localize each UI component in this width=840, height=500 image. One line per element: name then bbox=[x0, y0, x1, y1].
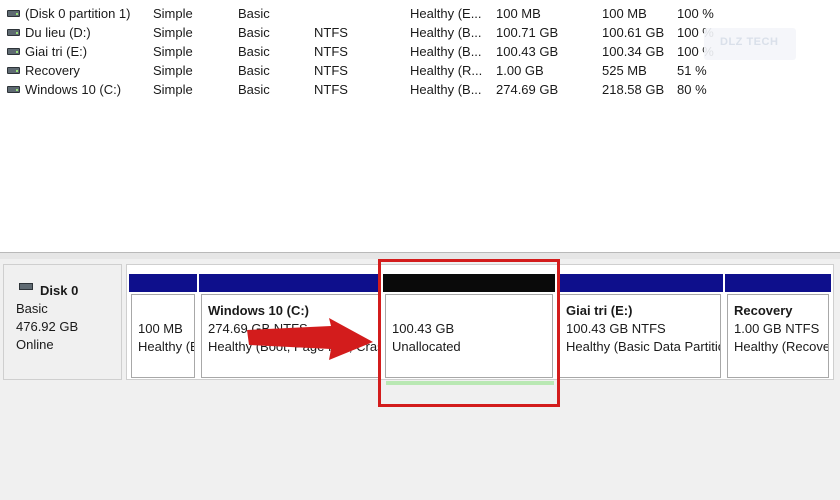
partition-title: Recovery bbox=[734, 303, 793, 318]
volume-type: Basic bbox=[238, 63, 270, 78]
partition-box: 100.43 GB Unallocated bbox=[385, 294, 553, 378]
partition-status: Healthy (EFI System Partition) bbox=[138, 339, 194, 354]
partition-box: Giai tri (E:) 100.43 GB NTFS Healthy (Ba… bbox=[559, 294, 721, 378]
volume-type: Basic bbox=[238, 25, 270, 40]
partition-bar bbox=[199, 274, 381, 292]
volume-capacity: 1.00 GB bbox=[496, 63, 544, 78]
volume-row-windows10[interactable]: Windows 10 (C:) Simple Basic NTFS Health… bbox=[0, 80, 840, 99]
volume-free-space: 525 MB bbox=[602, 63, 647, 78]
volume-status: Healthy (B... bbox=[410, 82, 482, 97]
watermark-logo: DLZ TECH bbox=[704, 28, 796, 60]
volume-list: (Disk 0 partition 1) Simple Basic Health… bbox=[0, 0, 840, 253]
volume-capacity: 100.43 GB bbox=[496, 44, 559, 59]
partition-bar bbox=[383, 274, 555, 292]
volume-free-space: 100 MB bbox=[602, 6, 647, 21]
volume-file-system: NTFS bbox=[314, 63, 348, 78]
drive-icon bbox=[7, 86, 20, 93]
disk-label-panel[interactable]: Disk 0 Basic 476.92 GB Online bbox=[3, 264, 122, 380]
volume-layout: Simple bbox=[153, 63, 193, 78]
volume-name: Windows 10 (C:) bbox=[25, 82, 122, 97]
volume-status: Healthy (E... bbox=[410, 6, 482, 21]
volume-name: Recovery bbox=[25, 63, 80, 78]
partition-size: 100.43 GB NTFS bbox=[566, 321, 666, 336]
volume-row-recovery[interactable]: Recovery Simple Basic NTFS Healthy (R...… bbox=[0, 61, 840, 80]
partition-recovery[interactable]: Recovery 1.00 GB NTFS Healthy (Recovery … bbox=[725, 274, 831, 382]
volume-file-system: NTFS bbox=[314, 25, 348, 40]
partition-title: Windows 10 (C:) bbox=[208, 303, 309, 318]
volume-percent-free: 100 % bbox=[677, 6, 714, 21]
partition-efi[interactable]: 100 MB Healthy (EFI System Partition) bbox=[129, 274, 197, 382]
volume-free-space: 100.61 GB bbox=[602, 25, 665, 40]
volume-capacity: 274.69 GB bbox=[496, 82, 559, 97]
watermark-text: DLZ TECH bbox=[720, 36, 779, 48]
disk-status: Online bbox=[16, 337, 54, 352]
volume-status: Healthy (B... bbox=[410, 44, 482, 59]
volume-free-space: 100.34 GB bbox=[602, 44, 665, 59]
annotation-arrow-shape bbox=[247, 318, 373, 360]
partition-size: 100.43 GB bbox=[392, 321, 455, 336]
volume-percent-free: 80 % bbox=[677, 82, 707, 97]
disk-icon bbox=[19, 283, 33, 290]
drive-icon bbox=[7, 10, 20, 17]
volume-name: (Disk 0 partition 1) bbox=[25, 6, 131, 21]
volume-layout: Simple bbox=[153, 25, 193, 40]
drive-icon bbox=[7, 67, 20, 74]
drive-icon bbox=[7, 29, 20, 36]
disk-type: Basic bbox=[16, 301, 48, 316]
volume-capacity: 100.71 GB bbox=[496, 25, 559, 40]
volume-percent-free: 51 % bbox=[677, 63, 707, 78]
partition-unallocated[interactable]: 100.43 GB Unallocated bbox=[383, 274, 555, 382]
volume-type: Basic bbox=[238, 44, 270, 59]
volume-type: Basic bbox=[238, 82, 270, 97]
partition-size: 100 MB bbox=[138, 321, 183, 336]
partition-bar bbox=[557, 274, 723, 292]
volume-layout: Simple bbox=[153, 82, 193, 97]
volume-free-space: 218.58 GB bbox=[602, 82, 665, 97]
partition-status: Unallocated bbox=[392, 339, 461, 354]
volume-status: Healthy (B... bbox=[410, 25, 482, 40]
volume-status: Healthy (R... bbox=[410, 63, 482, 78]
drive-icon bbox=[7, 48, 20, 55]
volume-capacity: 100 MB bbox=[496, 6, 541, 21]
disk-size: 476.92 GB bbox=[16, 319, 79, 334]
volume-row-disk0-partition1[interactable]: (Disk 0 partition 1) Simple Basic Health… bbox=[0, 4, 840, 23]
volume-type: Basic bbox=[238, 6, 270, 21]
volume-file-system: NTFS bbox=[314, 44, 348, 59]
partition-map: 100 MB Healthy (EFI System Partition) Wi… bbox=[126, 264, 834, 380]
partition-box: 100 MB Healthy (EFI System Partition) bbox=[131, 294, 195, 378]
arrow-right-icon bbox=[247, 318, 373, 360]
selection-indicator bbox=[386, 381, 554, 385]
partition-bar bbox=[129, 274, 197, 292]
partition-giai-tri[interactable]: Giai tri (E:) 100.43 GB NTFS Healthy (Ba… bbox=[557, 274, 723, 382]
volume-layout: Simple bbox=[153, 6, 193, 21]
partition-title: Giai tri (E:) bbox=[566, 303, 633, 318]
disk-name: Disk 0 bbox=[40, 283, 79, 298]
partition-status: Healthy (Basic Data Partition) bbox=[566, 339, 721, 354]
partition-box: Recovery 1.00 GB NTFS Healthy (Recovery … bbox=[727, 294, 829, 378]
disk-graphical-view: Disk 0 Basic 476.92 GB Online 100 MB Hea… bbox=[0, 259, 840, 381]
partition-size: 1.00 GB NTFS bbox=[734, 321, 820, 336]
volume-name: Du lieu (D:) bbox=[25, 25, 91, 40]
volume-layout: Simple bbox=[153, 44, 193, 59]
volume-name: Giai tri (E:) bbox=[25, 44, 88, 59]
empty-disk-pane bbox=[0, 381, 840, 500]
partition-bar bbox=[725, 274, 831, 292]
volume-file-system: NTFS bbox=[314, 82, 348, 97]
partition-status: Healthy (Recovery Partition) bbox=[734, 339, 828, 354]
